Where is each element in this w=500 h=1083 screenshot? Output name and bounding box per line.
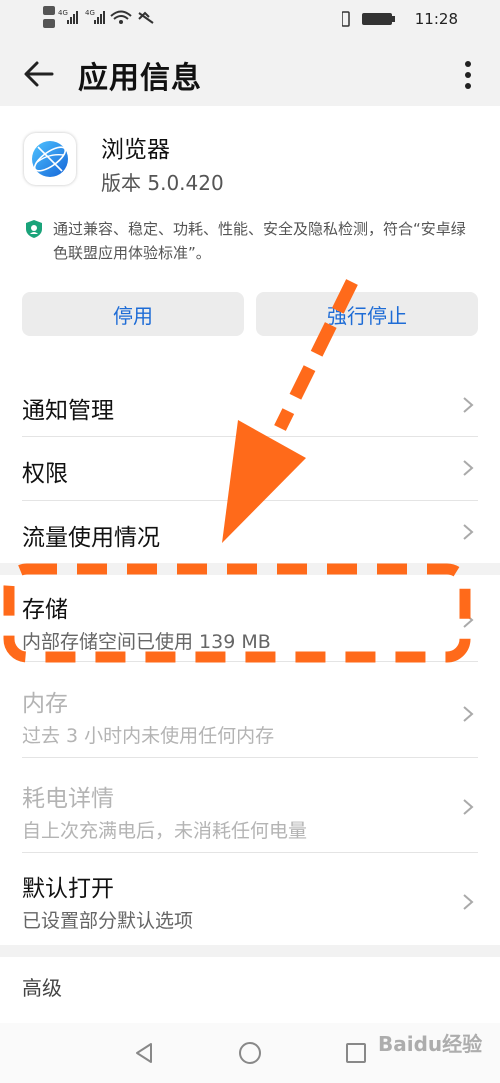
browser-globe-icon: [24, 133, 76, 185]
nav-recents-icon[interactable]: [344, 1041, 368, 1065]
signal-wifi-icons: 4G 4G: [43, 6, 154, 28]
certification-note: 通过兼容、稳定、功耗、性能、安全及隐私检测，符合“安卓绿色联盟应用体验标准”。: [25, 217, 480, 265]
menu-item-label: 流量使用情况: [22, 525, 160, 551]
more-vert-icon[interactable]: [458, 58, 478, 92]
menu-item-label: 内存: [22, 691, 68, 717]
menu-item-memory[interactable]: 内存 过去 3 小时内未使用任何内存: [0, 662, 500, 757]
menu-item-subtitle: 内部存储空间已使用 139 MB: [22, 631, 271, 653]
menu-item-permissions[interactable]: 权限: [0, 437, 500, 500]
section-gap: [0, 945, 500, 957]
menu-item-label: 通知管理: [22, 398, 114, 424]
chevron-right-icon: [463, 706, 474, 722]
force-stop-button[interactable]: 强行停止: [256, 292, 478, 336]
menu-item-label: 耗电详情: [22, 786, 114, 812]
menu-item-subtitle: 已设置部分默认选项: [22, 910, 194, 932]
advanced-section[interactable]: 高级: [22, 972, 62, 1001]
menu-item-battery[interactable]: 耗电详情 自上次充满电后，未消耗任何电量: [0, 758, 500, 852]
menu-item-subtitle: 自上次充满电后，未消耗任何电量: [22, 820, 308, 842]
menu-item-default-open[interactable]: 默认打开 已设置部分默认选项: [0, 853, 500, 945]
app-name: 浏览器: [101, 137, 170, 163]
disable-button[interactable]: 停用: [22, 292, 244, 336]
page-title: 应用信息: [78, 61, 202, 96]
back-arrow-icon[interactable]: [22, 57, 56, 91]
app-bar: 应用信息: [0, 40, 500, 106]
menu-item-data-usage[interactable]: 流量使用情况: [0, 501, 500, 563]
chevron-right-icon: [463, 612, 474, 628]
status-time: 11:28: [414, 10, 458, 28]
menu-item-notifications[interactable]: 通知管理: [0, 374, 500, 436]
watermark: Baidu经验: [378, 1032, 483, 1056]
menu-item-subtitle: 过去 3 小时内未使用任何内存: [22, 725, 275, 747]
menu-item-label: 存储: [22, 597, 68, 623]
section-gap: [0, 563, 500, 575]
nav-back-icon[interactable]: [132, 1041, 156, 1065]
svg-text:4G: 4G: [85, 9, 95, 17]
menu-item-label: 默认打开: [22, 876, 114, 902]
chevron-right-icon: [463, 894, 474, 910]
certification-text: 通过兼容、稳定、功耗、性能、安全及隐私检测，符合“安卓绿色联盟应用体验标准”。: [53, 220, 466, 262]
chevron-right-icon: [463, 460, 474, 476]
shield-icon: [26, 220, 42, 238]
chevron-right-icon: [463, 397, 474, 413]
status-bar: 4G 4G 11:28: [0, 0, 500, 40]
svg-text:4G: 4G: [58, 9, 68, 17]
chevron-right-icon: [463, 799, 474, 815]
battery-icon: [342, 11, 395, 27]
menu-item-label: 权限: [22, 461, 68, 487]
menu-item-storage[interactable]: 存储 内部存储空间已使用 139 MB: [0, 575, 500, 661]
chevron-right-icon: [463, 524, 474, 540]
app-version: 版本 5.0.420: [101, 171, 224, 195]
nav-home-icon[interactable]: [238, 1041, 262, 1065]
